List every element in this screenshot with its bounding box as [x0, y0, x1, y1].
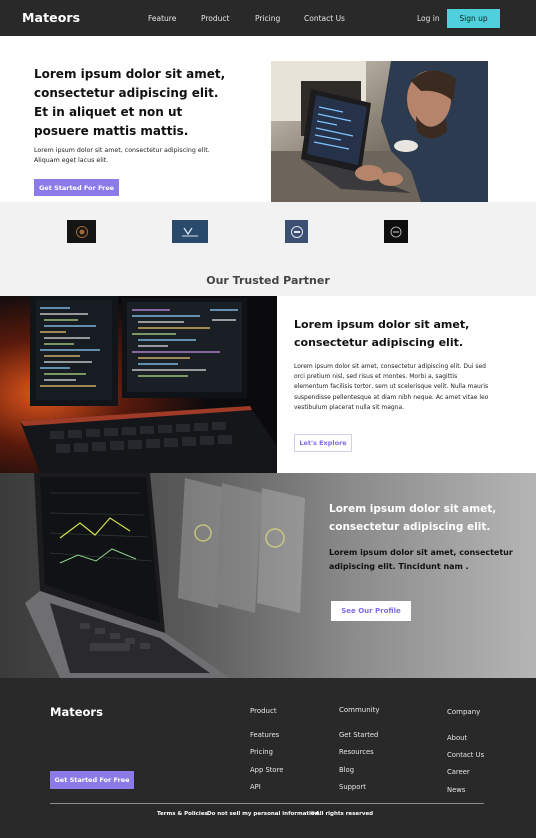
feature-image [0, 296, 277, 473]
footer-heading-company: Company [447, 708, 481, 716]
footer-get-started-button[interactable]: Get Started For Free [50, 771, 134, 789]
hero-image [271, 61, 488, 202]
profile-title: Lorem ipsum dolor sit amet, consectetur … [329, 503, 497, 533]
hero-title: Lorem ipsum dolor sit amet, consectetur … [34, 67, 226, 138]
footer-link-news[interactable]: News [447, 786, 465, 794]
signup-button[interactable]: Sign up [447, 9, 500, 28]
footer-heading-product: Product [250, 707, 277, 715]
footer-link-app-store[interactable]: App Store [250, 766, 283, 774]
code-monitors-photo [0, 296, 277, 473]
partner-logo-4 [384, 220, 408, 243]
hero-get-started-button[interactable]: Get Started For Free [34, 179, 119, 196]
brand-logo[interactable]: Mateors [22, 10, 80, 25]
footer-heading-community: Community [339, 706, 380, 714]
partner-logo-2 [172, 220, 208, 243]
hero-subtitle: Lorem ipsum dolor sit amet, consectetur … [34, 147, 210, 164]
footer-link-about[interactable]: About [447, 734, 467, 742]
footer-link-career[interactable]: Career [447, 768, 470, 776]
footer-divider [50, 803, 484, 804]
partner-logo-3 [285, 220, 308, 243]
footer-link-blog[interactable]: Blog [339, 766, 354, 774]
partner-wordmark-icon [182, 227, 198, 236]
top-nav: Mateors Feature Product Pricing Contact … [0, 0, 536, 36]
footer-link-pricing[interactable]: Pricing [250, 748, 273, 756]
footer-link-contact-us[interactable]: Contact Us [447, 751, 484, 759]
footer-link-resources[interactable]: Resources [339, 748, 374, 756]
partner-logo-1 [67, 220, 96, 243]
nav-link-pricing[interactable]: Pricing [255, 14, 280, 23]
footer-brand[interactable]: Mateors [50, 705, 103, 719]
landing-page: Mateors Feature Product Pricing Contact … [0, 0, 536, 838]
partner-emblem-icon [75, 225, 88, 238]
person-laptop-photo [271, 61, 488, 202]
profile-subtitle: Lorem ipsum dolor sit amet, consectetur … [329, 548, 513, 571]
footer-link-support[interactable]: Support [339, 783, 366, 791]
nav-link-contact[interactable]: Contact Us [304, 14, 345, 23]
footer-link-api[interactable]: API [250, 783, 261, 791]
feature-title: Lorem ipsum dolor sit amet, consectetur … [294, 318, 470, 349]
login-link[interactable]: Log in [417, 14, 440, 23]
nav-link-product[interactable]: Product [201, 14, 229, 23]
footer-terms-link[interactable]: Terms & Policies [157, 811, 208, 817]
footer-do-not-sell-link[interactable]: Do not sell my personal information [207, 811, 319, 817]
footer-link-get-started[interactable]: Get Started [339, 731, 378, 739]
footer-copyright: ©All rights reserved [310, 811, 374, 817]
nav-link-feature[interactable]: Feature [148, 14, 176, 23]
explore-button[interactable]: Let's Explore [294, 434, 352, 452]
partner-section-title: Our Trusted Partner [206, 274, 330, 287]
see-profile-button[interactable]: See Our Profile [331, 601, 411, 621]
partner-circle-icon [390, 226, 402, 237]
feature-body: Lorem ipsum dolor sit amet, consectetur … [294, 363, 489, 411]
footer-link-features[interactable]: Features [250, 731, 279, 739]
partner-badge-icon [290, 225, 303, 238]
